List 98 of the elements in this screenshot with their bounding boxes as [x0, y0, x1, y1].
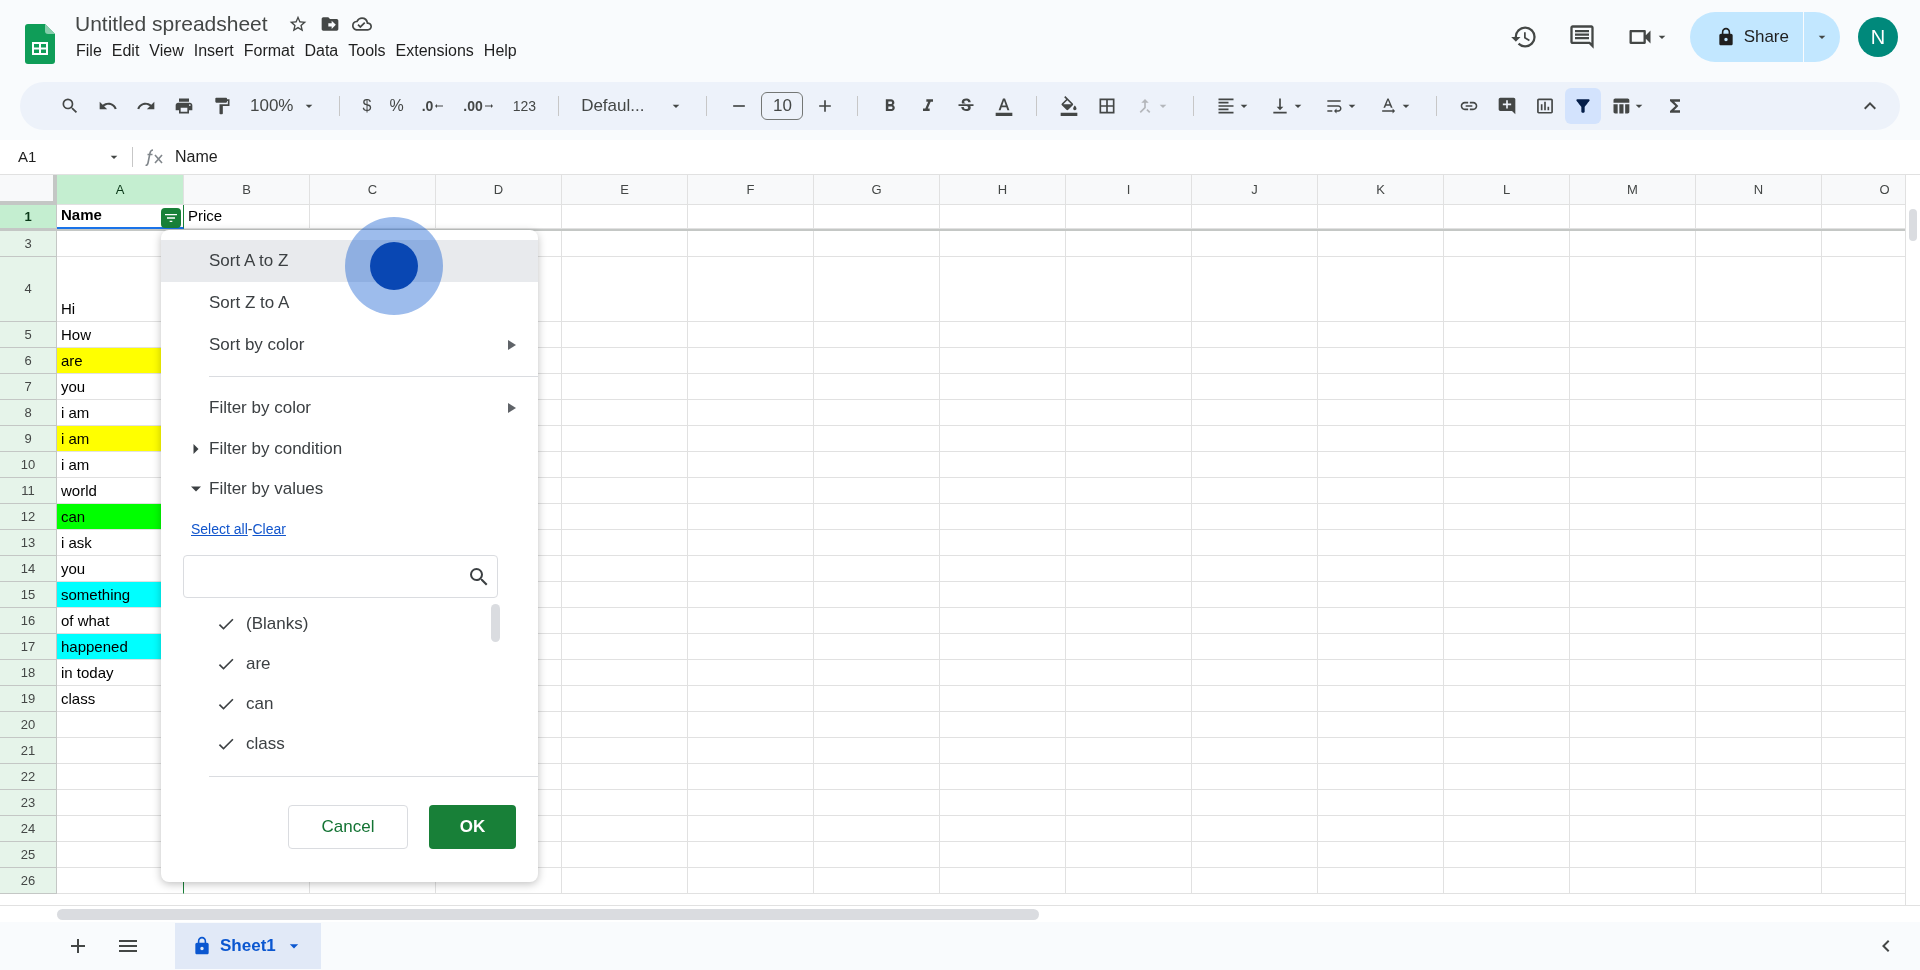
row-header[interactable]: 20: [0, 712, 57, 738]
row-header[interactable]: 4: [0, 257, 57, 322]
menu-item[interactable]: Edit: [108, 40, 143, 62]
row-header[interactable]: 1: [0, 205, 57, 229]
cancel-button[interactable]: Cancel: [288, 805, 408, 849]
align-icon[interactable]: [1216, 96, 1237, 116]
row-header[interactable]: 24: [0, 816, 57, 842]
column-header[interactable]: A: [57, 175, 184, 205]
add-comment-icon[interactable]: [1497, 96, 1518, 116]
menu-item[interactable]: Tools: [345, 40, 389, 62]
row-header[interactable]: 23: [0, 790, 57, 816]
row-header[interactable]: 16: [0, 608, 57, 634]
formula-field[interactable]: Name: [175, 145, 218, 169]
table-cell: Name: [57, 205, 184, 229]
menu-item[interactable]: Sort A to Z: [161, 240, 538, 282]
row-header[interactable]: 22: [0, 764, 57, 790]
select-all-link[interactable]: Select all: [191, 518, 248, 540]
menu-item[interactable]: Extensions: [392, 40, 477, 62]
row-header[interactable]: 15: [0, 582, 57, 608]
sheets-logo-icon[interactable]: [25, 24, 55, 64]
menu-item[interactable]: Help: [480, 40, 520, 62]
fx-icon: [145, 148, 165, 166]
row-header[interactable]: 17: [0, 634, 57, 660]
menu-item[interactable]: View: [146, 40, 187, 62]
zoom-dropdown[interactable]: 100%: [250, 93, 318, 119]
column-header[interactable]: C: [310, 175, 436, 205]
menu-item[interactable]: Format: [240, 40, 298, 62]
horizontal-scrollbar[interactable]: [57, 908, 1039, 920]
row-header[interactable]: 8: [0, 400, 57, 426]
column-header[interactable]: E: [562, 175, 688, 205]
column-header[interactable]: L: [1444, 175, 1570, 205]
cloud-check-icon[interactable]: [351, 14, 372, 34]
clear-link[interactable]: Clear: [252, 518, 286, 540]
link-separator: -: [247, 519, 253, 539]
row-header[interactable]: 19: [0, 686, 57, 712]
name-box[interactable]: A1: [0, 145, 126, 169]
row-header[interactable]: 26: [0, 868, 57, 894]
percent-format[interactable]: %: [389, 94, 404, 118]
column-header[interactable]: J: [1192, 175, 1318, 205]
currency-format[interactable]: $: [362, 94, 372, 118]
document-title[interactable]: Untitled spreadsheet: [75, 10, 268, 38]
folder-icon[interactable]: [319, 14, 340, 34]
increase-decimal-button[interactable]: .00: [463, 95, 495, 117]
column-header[interactable]: M: [1570, 175, 1696, 205]
row-header[interactable]: 25: [0, 842, 57, 868]
row-header[interactable]: 5: [0, 322, 57, 348]
column-header[interactable]: F: [688, 175, 814, 205]
share-label: Share: [1743, 26, 1789, 49]
row-header[interactable]: 11: [0, 478, 57, 504]
row-header[interactable]: 9: [0, 426, 57, 452]
font-size-field[interactable]: 10: [761, 92, 804, 120]
row-header[interactable]: 21: [0, 738, 57, 764]
caret-right-icon: [191, 444, 201, 454]
font-dropdown[interactable]: Defaul...: [581, 93, 685, 119]
chart-icon[interactable]: [1535, 96, 1556, 116]
search-field[interactable]: [183, 555, 498, 598]
column-header[interactable]: I: [1066, 175, 1192, 205]
row-header[interactable]: 13: [0, 530, 57, 556]
fill-color-icon[interactable]: [1059, 96, 1080, 116]
sheet-tab[interactable]: Sheet1: [175, 923, 321, 969]
share-button[interactable]: Share: [1689, 12, 1840, 62]
ok-button[interactable]: OK: [429, 805, 516, 849]
column-header[interactable]: O: [1822, 175, 1905, 205]
menu-item[interactable]: Data: [301, 40, 342, 62]
borders-icon[interactable]: [1097, 96, 1118, 116]
number-format[interactable]: 123: [512, 95, 537, 117]
column-header[interactable]: G: [814, 175, 940, 205]
submenu-arrow-icon: [508, 340, 516, 350]
row-header[interactable]: 18: [0, 660, 57, 686]
filter-value-option[interactable]: class: [161, 724, 538, 764]
paint-roller-icon[interactable]: [212, 96, 232, 116]
column-header[interactable]: B: [184, 175, 310, 205]
table-cell: Price: [184, 205, 310, 229]
column-header[interactable]: N: [1696, 175, 1822, 205]
decrease-decimal-button[interactable]: .0: [421, 95, 446, 117]
row-header[interactable]: 7: [0, 374, 57, 400]
column-header[interactable]: H: [940, 175, 1066, 205]
vertical-scrollbar[interactable]: [1909, 209, 1917, 241]
print-icon[interactable]: [174, 96, 194, 116]
caret-down-icon: [191, 484, 201, 494]
search-icon[interactable]: [60, 96, 80, 116]
filter-button[interactable]: [1565, 88, 1602, 124]
table-icon[interactable]: [1611, 96, 1632, 116]
column-header[interactable]: K: [1318, 175, 1444, 205]
comment-icon[interactable]: [1567, 23, 1596, 51]
row-header[interactable]: 14: [0, 556, 57, 582]
row-header[interactable]: 10: [0, 452, 57, 478]
submenu-arrow-icon: [508, 403, 516, 413]
list-scrollbar[interactable]: [491, 604, 500, 642]
row-header[interactable]: 6: [0, 348, 57, 374]
menu-item[interactable]: File: [73, 40, 105, 62]
row-header[interactable]: 3: [0, 231, 57, 257]
filter-dropdown-button[interactable]: [161, 208, 181, 228]
column-header[interactable]: D: [436, 175, 562, 205]
row-header[interactable]: 12: [0, 504, 57, 530]
text-color-icon[interactable]: [994, 96, 1015, 116]
menu-item[interactable]: Insert: [190, 40, 237, 62]
avatar[interactable]: N: [1858, 17, 1898, 57]
